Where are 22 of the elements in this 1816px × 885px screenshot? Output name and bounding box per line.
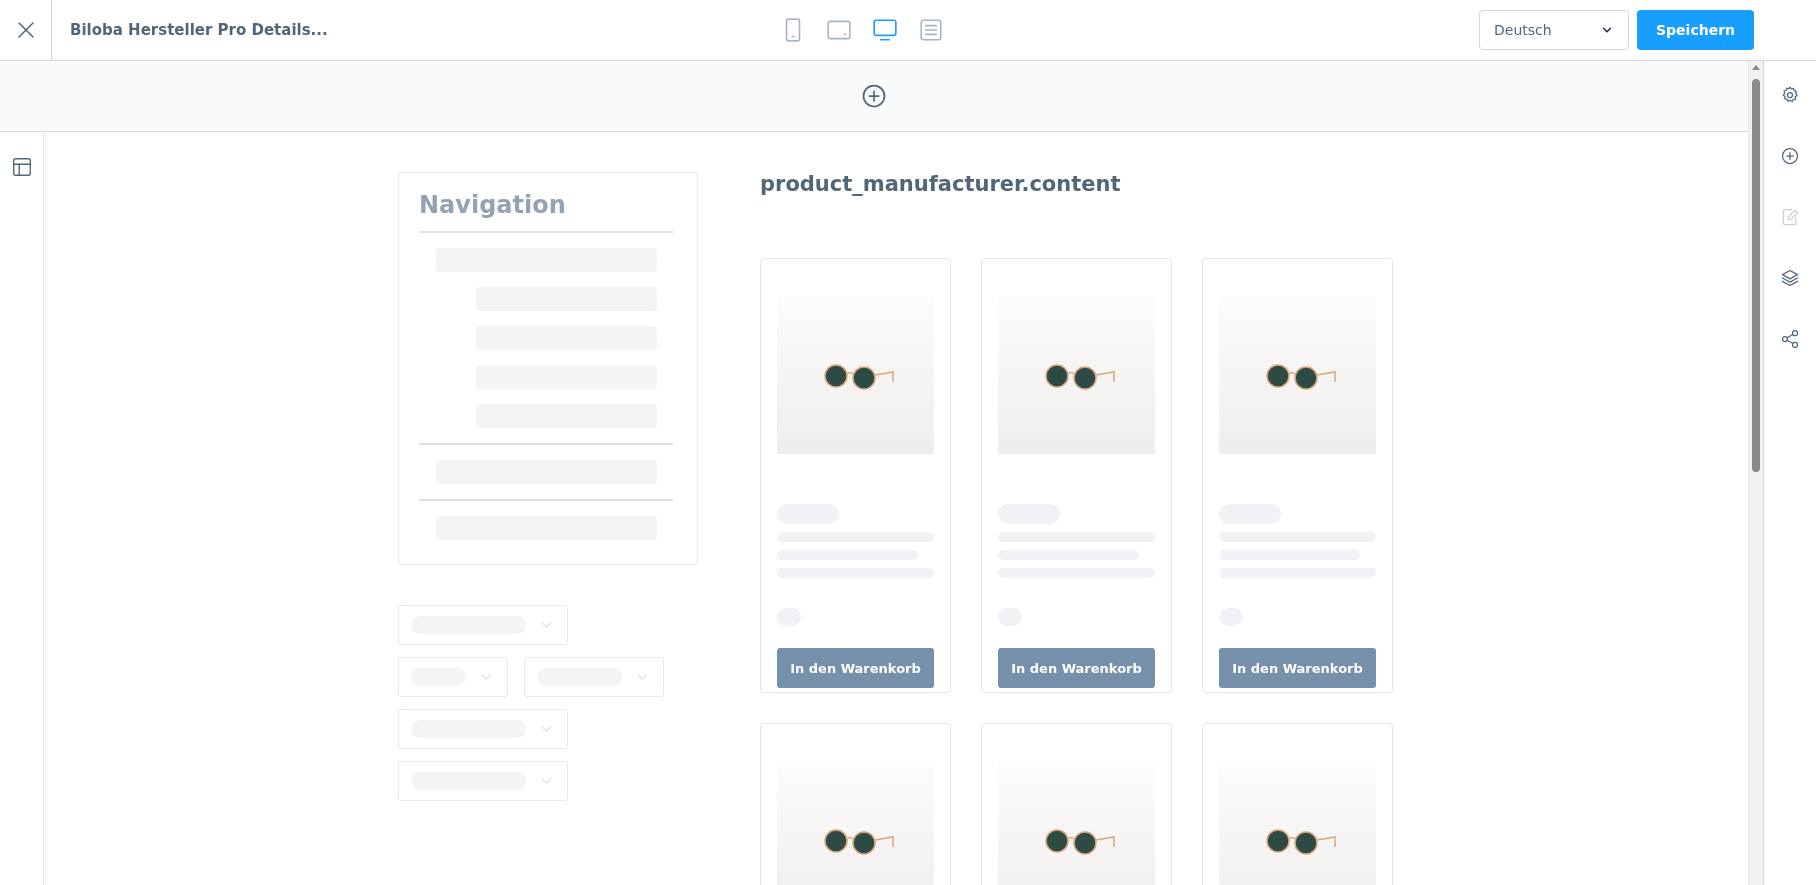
add-section-icon[interactable]: [860, 82, 888, 110]
filter-dropdown[interactable]: [524, 657, 664, 697]
filter-dropdown[interactable]: [398, 761, 568, 801]
filter-dropdown[interactable]: [398, 709, 568, 749]
save-button[interactable]: Speichern: [1637, 10, 1754, 50]
plus-circle-icon[interactable]: [1780, 146, 1800, 166]
scrollbar[interactable]: [1748, 61, 1763, 885]
filter-dropdown[interactable]: [398, 605, 568, 645]
content-heading: product_manufacturer.content: [760, 172, 1122, 196]
settings-icon[interactable]: [1780, 85, 1800, 105]
language-select[interactable]: Deutsch: [1479, 10, 1629, 50]
add-to-cart-button[interactable]: In den Warenkorb: [777, 648, 934, 688]
share-icon[interactable]: [1780, 329, 1800, 349]
layout-icon[interactable]: [10, 156, 33, 178]
filter-dropdown[interactable]: [398, 657, 508, 697]
add-to-cart-button[interactable]: In den Warenkorb: [1219, 648, 1376, 688]
layers-icon[interactable]: [1780, 268, 1800, 288]
text-lines-icon[interactable]: [918, 17, 944, 43]
monitor-icon[interactable]: [872, 17, 898, 43]
add-to-cart-button[interactable]: In den Warenkorb: [998, 648, 1155, 688]
navigation-title: Navigation: [419, 191, 567, 219]
page-title: Biloba Hersteller Pro Details...: [70, 21, 329, 39]
